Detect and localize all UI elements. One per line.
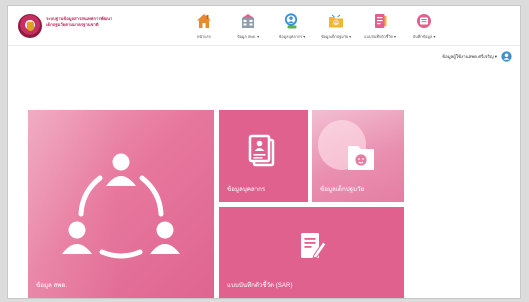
tile-sar-label: แบบบันทึกตัวชี้วัด (SAR) [227, 282, 293, 289]
user-circle-icon [501, 50, 512, 62]
nav-indicator-menu[interactable]: แบบบันทึกตัวชี้วัด ▾ [358, 10, 402, 44]
record-disc-icon [417, 14, 431, 28]
nav-daycare-label: ข้อมูล สพด. ▾ [236, 35, 260, 39]
app-window: ระบบฐานข้อมูลสารสนเทศการพัฒนา เด็กปฐมวัย… [8, 6, 520, 298]
nav-record-label: บันทึกข้อมูล ▾ [412, 35, 436, 39]
top-navbar: ระบบฐานข้อมูลสารสนเทศการพัฒนา เด็กปฐมวัย… [8, 6, 520, 46]
daycare-table-icon [242, 14, 254, 28]
institution-logo[interactable] [18, 14, 42, 38]
tile-personnel-info[interactable]: ข้อมูลบุคลากร [219, 110, 308, 202]
home-icon [197, 14, 211, 28]
tile-personnel-label: ข้อมูลบุคลากร [227, 186, 266, 193]
nav-indicator-label: แบบบันทึกตัวชี้วัด ▾ [364, 35, 396, 39]
user-menu[interactable]: ข้อมูลผู้ใช้งานสพด.ศรีเจริญ ▾ [442, 50, 512, 62]
people-search-icon [284, 13, 298, 29]
tile-daycare-label: ข้อมูล สพด. [36, 282, 68, 289]
main-menu: หน้าแรก ข้อมูล สพด. ▾ ข้อมูลบุคลากร ▾ ข้… [182, 10, 446, 44]
nav-personnel-label: ข้อมูลบุคลากร ▾ [278, 35, 306, 39]
tile-children-label: ข้อมูลเด็กปฐมวัย [320, 186, 365, 193]
child-folder-icon [329, 14, 343, 28]
brand-title[interactable]: ระบบฐานข้อมูลสารสนเทศการพัฒนา เด็กปฐมวัย… [46, 16, 176, 28]
nav-home-label: หน้าแรก [196, 35, 212, 39]
report-book-icon [375, 14, 387, 28]
tile-children-info[interactable]: ข้อมูลเด็กปฐมวัย [312, 110, 404, 202]
nav-record-menu[interactable]: บันทึกข้อมูล ▾ [402, 10, 446, 44]
nav-personnel-menu[interactable]: ข้อมูลบุคลากร ▾ [270, 10, 314, 44]
nav-children-menu[interactable]: ข้อมูลเด็กปฐมวัย ▾ [314, 10, 358, 44]
network-people-icon [62, 153, 180, 259]
user-menu-label: ข้อมูลผู้ใช้งานสพด.ศรีเจริญ ▾ [442, 53, 497, 59]
tile-sar-report[interactable]: แบบบันทึกตัวชี้วัด (SAR) [219, 207, 404, 298]
nav-home[interactable]: หน้าแรก [182, 10, 226, 44]
nav-children-label: ข้อมูลเด็กปฐมวัย ▾ [320, 35, 352, 39]
brand-line-2: เด็กปฐมวัยตามมาตรฐานชาติ [46, 22, 99, 28]
tile-daycare-info[interactable]: ข้อมูล สพด. [28, 110, 214, 298]
nav-daycare-menu[interactable]: ข้อมูล สพด. ▾ [226, 10, 270, 44]
